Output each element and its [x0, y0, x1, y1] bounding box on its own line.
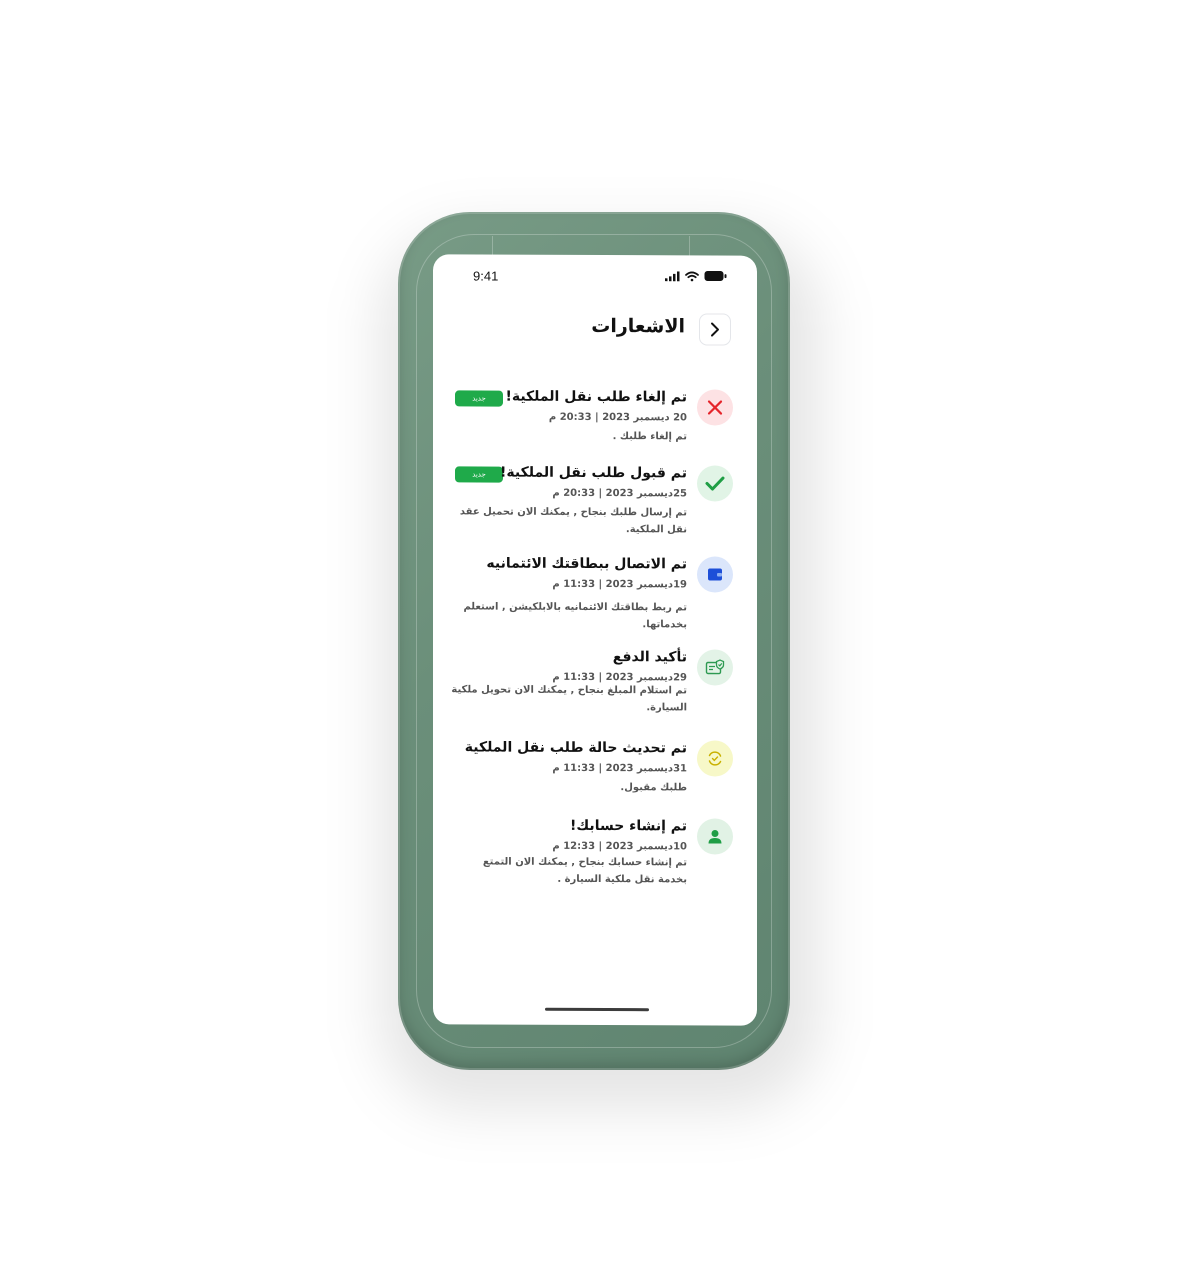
refresh-status-icon	[708, 751, 722, 766]
page-title: الاشعارات	[591, 314, 685, 338]
notification-title: تم الاتصال ببطاقتك الائتمانيه	[486, 555, 687, 573]
phone-notch-outline	[492, 236, 690, 256]
chevron-right-icon	[711, 322, 719, 337]
signal-icon	[665, 270, 680, 281]
wallet-card-icon	[708, 568, 722, 581]
status-icons	[665, 270, 727, 282]
battery-icon	[704, 270, 727, 282]
back-button[interactable]	[699, 313, 731, 346]
notification-item[interactable]: تم تحديث حالة طلب نقل الملكية 31ديسمبر 2…	[433, 739, 757, 793]
notification-body: تم إنشاء حسابك بنجاح , يمكنك الان التمتع…	[482, 856, 687, 886]
notification-body: تم ربط بطاقتك الائتمانيه بالابلكيشن , اس…	[463, 601, 687, 631]
user-icon	[708, 830, 722, 844]
notification-body: تم إرسال طلبك بنجاح , يمكنك الان تحميل ع…	[459, 506, 687, 536]
notification-date: 25ديسمبر 2023 | 20:33 م	[552, 487, 687, 500]
wifi-icon	[685, 271, 699, 281]
notification-title: تم تحديث حالة طلب نقل الملكية	[464, 739, 687, 757]
notification-icon	[697, 556, 733, 593]
notification-body: تم إلغاء طلبك .	[612, 431, 687, 443]
x-cancel-icon	[707, 400, 723, 415]
notification-date: 19ديسمبر 2023 | 11:33 م	[552, 578, 687, 591]
payment-verified-icon	[705, 659, 725, 675]
phone-mockup: 9:41 الاشعارات جديد تم إلغاء طلب نقل الم…	[398, 212, 790, 1070]
notification-icon	[697, 740, 733, 777]
new-badge: جديد	[455, 390, 503, 407]
page-header: الاشعارات	[433, 312, 757, 347]
status-bar: 9:41	[433, 266, 757, 287]
notification-date: 10ديسمبر 2023 | 12:33 م	[552, 840, 687, 853]
notification-body: تم استلام المبلغ بنجاح , يمكنك الان تحوي…	[451, 684, 687, 714]
status-time: 9:41	[473, 268, 499, 284]
mockup-stage: 9:41 الاشعارات جديد تم إلغاء طلب نقل الم…	[0, 0, 1191, 1280]
notification-title: تأكيد الدفع	[612, 649, 687, 666]
notification-item[interactable]: تم الاتصال ببطاقتك الائتمانيه 19ديسمبر 2…	[433, 555, 757, 630]
notification-icon	[697, 465, 733, 502]
notification-item[interactable]: تم إنشاء حسابك! 10ديسمبر 2023 | 12:33 م …	[433, 817, 757, 885]
notification-icon	[697, 389, 733, 426]
new-badge: جديد	[455, 466, 503, 483]
notification-item[interactable]: جديد تم قبول طلب نقل الملكية! 25ديسمبر 2…	[433, 464, 757, 535]
notification-item[interactable]: جديد تم إلغاء طلب نقل الملكية! 20 ديسمبر…	[433, 388, 757, 442]
notification-title: تم إنشاء حسابك!	[570, 817, 687, 835]
notification-title: تم قبول طلب نقل الملكية!	[500, 464, 687, 482]
phone-screen: 9:41 الاشعارات جديد تم إلغاء طلب نقل الم…	[433, 254, 757, 1026]
notification-item[interactable]: تأكيد الدفع 29ديسمبر 2023 | 11:33 م تم ا…	[433, 648, 757, 713]
notification-body: طلبك مقبول.	[620, 782, 687, 794]
checkmark-icon	[705, 476, 725, 491]
notification-date: 20 ديسمبر 2023 | 20:33 م	[548, 411, 687, 424]
notification-icon	[697, 649, 733, 686]
notification-title: تم إلغاء طلب نقل الملكية!	[505, 388, 687, 406]
notification-date: 31ديسمبر 2023 | 11:33 م	[552, 762, 687, 775]
home-indicator[interactable]	[545, 1007, 649, 1012]
notification-icon	[697, 818, 733, 855]
